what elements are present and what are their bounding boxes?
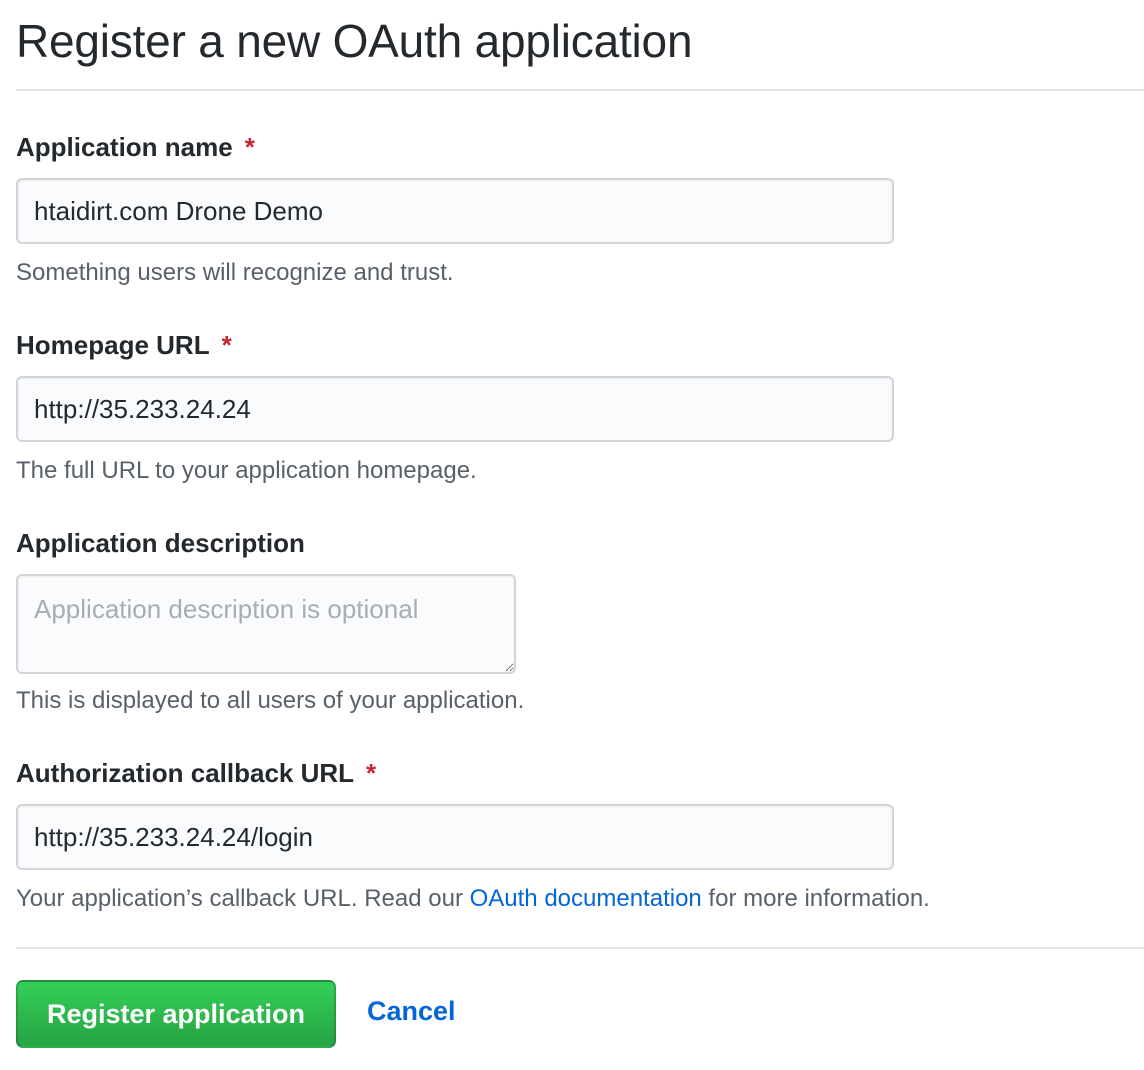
callback-url-label-text: Authorization callback URL: [16, 758, 355, 788]
required-marker: *: [366, 758, 377, 788]
app-name-label-text: Application name: [16, 132, 233, 162]
homepage-url-input[interactable]: [16, 376, 894, 442]
description-note: This is displayed to all users of your a…: [16, 687, 525, 714]
oauth-documentation-link[interactable]: OAuth documentation: [470, 885, 702, 912]
callback-url-note: Your application’s callback URL. Read ou…: [16, 887, 930, 911]
register-application-button[interactable]: Register application: [16, 980, 336, 1048]
callback-url-label: Authorization callback URL *: [16, 760, 376, 786]
description-label: Application description: [16, 530, 305, 556]
callback-note-prefix: Your application’s callback URL. Read ou…: [16, 885, 470, 912]
title-divider: [16, 89, 1144, 91]
homepage-url-label-text: Homepage URL: [16, 330, 210, 360]
cancel-link[interactable]: Cancel: [367, 998, 456, 1025]
callback-note-suffix: for more information.: [701, 885, 930, 912]
homepage-url-label: Homepage URL *: [16, 332, 232, 358]
app-name-label: Application name *: [16, 134, 255, 160]
description-label-text: Application description: [16, 528, 305, 558]
actions-divider: [16, 947, 1144, 949]
required-marker: *: [221, 330, 232, 360]
required-marker: *: [244, 132, 255, 162]
app-name-note: Something users will recognize and trust…: [16, 259, 454, 286]
app-name-input[interactable]: [16, 178, 894, 244]
homepage-url-note: The full URL to your application homepag…: [16, 457, 477, 484]
callback-url-input[interactable]: [16, 804, 894, 870]
page-title: Register a new OAuth application: [16, 15, 693, 67]
description-textarea[interactable]: [16, 574, 516, 674]
